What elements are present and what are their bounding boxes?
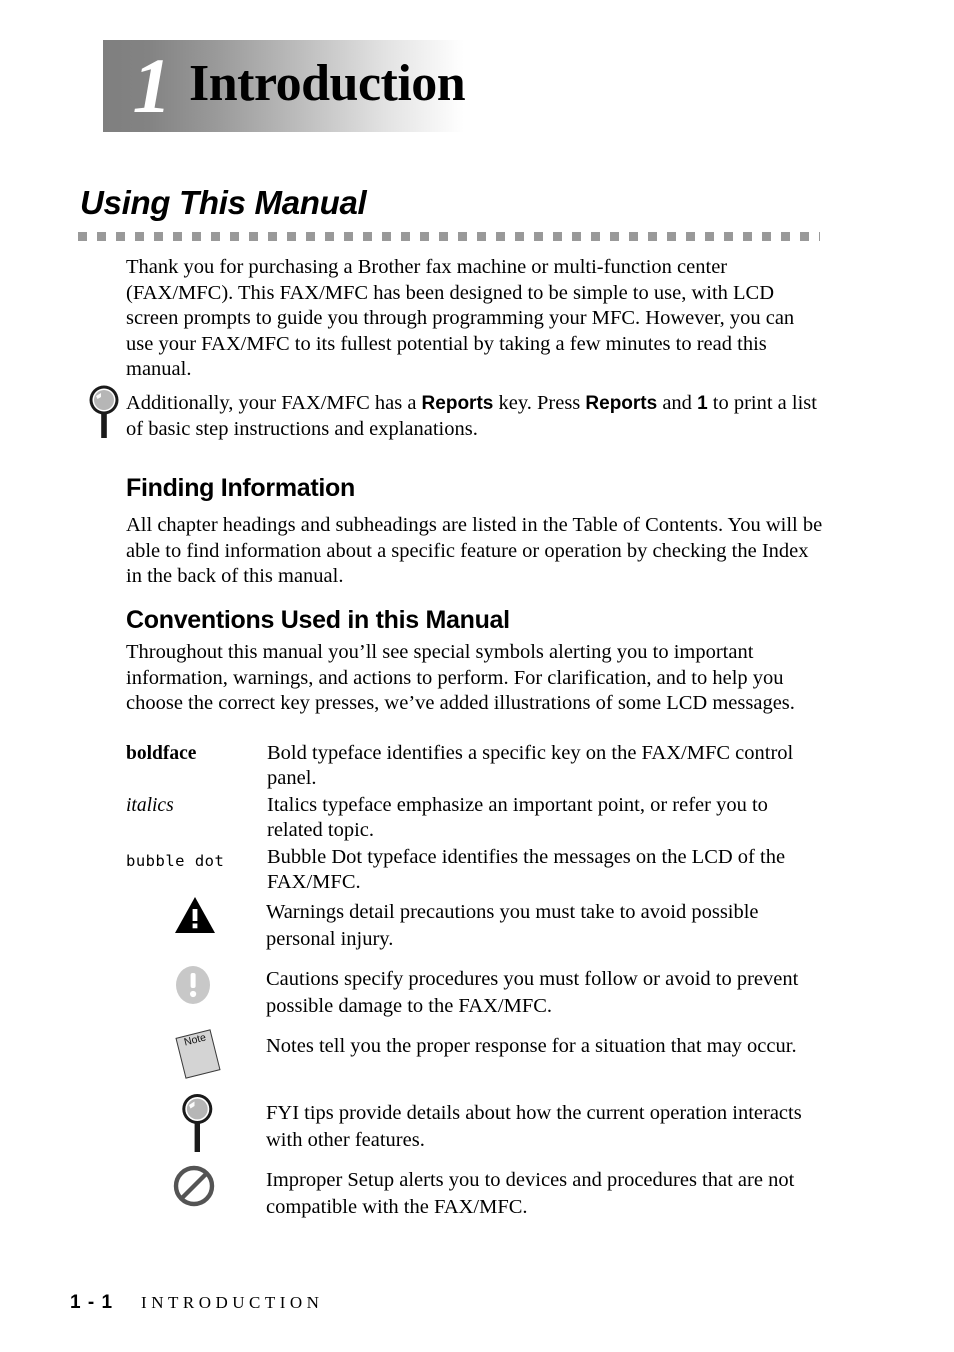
- typeface-term-boldface: boldface: [126, 743, 197, 764]
- chapter-number: 1: [132, 42, 172, 129]
- intro-paragraph: Thank you for purchasing a Brother fax m…: [126, 256, 795, 380]
- list-item: Cautions specify procedures you must fol…: [160, 960, 826, 1022]
- conventions-paragraph: Throughout this manual you’ll see specia…: [126, 641, 795, 714]
- symbol-legend-list: Warnings detail precautions you must tak…: [160, 893, 826, 1228]
- table-row: boldface Bold typeface identifies a spec…: [126, 741, 826, 791]
- finding-information-paragraph: All chapter headings and subheadings are…: [126, 514, 823, 587]
- caution-exclamation-icon: [172, 962, 236, 1024]
- typeface-term-italics: italics: [126, 795, 174, 816]
- improper-setup-prohibition-icon: [172, 1163, 236, 1225]
- page-title: Introduction: [189, 55, 466, 112]
- section-divider: [78, 232, 820, 241]
- warning-description: Warnings detail precautions you must tak…: [266, 901, 759, 950]
- page-footer: 1 - 1 INTRODUCTION: [70, 1292, 323, 1314]
- footer-chapter-name: INTRODUCTION: [141, 1293, 324, 1312]
- fyi-callout-text: Additionally, your FAX/MFC has a Reports…: [126, 391, 826, 442]
- subheading-conventions-used: Conventions Used in this Manual: [126, 606, 510, 634]
- typeface-description-italics: Italics typeface emphasize an important …: [267, 794, 768, 841]
- typeface-description-bubble-dot: Bubble Dot typeface identifies the messa…: [267, 846, 786, 893]
- footer-page-number: 1 - 1: [70, 1292, 114, 1313]
- fyi-text-part-1: Additionally, your FAX/MFC has a: [126, 392, 422, 414]
- reports-key-label-1: Reports: [421, 393, 494, 414]
- typeface-term-bubble-dot: bubble dot: [126, 852, 225, 870]
- typeface-description-boldface: Bold typeface identifies a specific key …: [267, 742, 794, 789]
- typeface-conventions-table: boldface Bold typeface identifies a spec…: [126, 741, 826, 897]
- list-item: FYI tips provide details about how the c…: [160, 1094, 826, 1156]
- list-item: Warnings detail precautions you must tak…: [160, 893, 826, 955]
- caution-description: Cautions specify procedures you must fol…: [266, 968, 799, 1017]
- fyi-magnifier-icon: [176, 1092, 240, 1154]
- list-item: Note Notes tell you the proper response …: [160, 1027, 826, 1089]
- one-key-label: 1: [697, 393, 708, 414]
- note-page-icon: Note: [174, 1027, 238, 1089]
- list-item: Improper Setup alerts you to devices and…: [160, 1161, 826, 1223]
- section-heading: Using This Manual: [80, 184, 367, 221]
- improper-setup-description: Improper Setup alerts you to devices and…: [266, 1169, 795, 1218]
- fyi-text-part-2: key. Press: [493, 392, 586, 414]
- chapter-header: 1 Introduction: [0, 40, 954, 132]
- note-description: Notes tell you the proper response for a…: [266, 1035, 797, 1057]
- fyi-description: FYI tips provide details about how the c…: [266, 1102, 802, 1151]
- fyi-text-part-3: and: [657, 392, 698, 414]
- table-row: italics Italics typeface emphasize an im…: [126, 793, 826, 843]
- subheading-finding-information: Finding Information: [126, 474, 355, 502]
- warning-triangle-icon: [174, 895, 238, 957]
- table-row: bubble dot Bubble Dot typeface identifie…: [126, 845, 826, 895]
- reports-key-label-2: Reports: [585, 393, 658, 414]
